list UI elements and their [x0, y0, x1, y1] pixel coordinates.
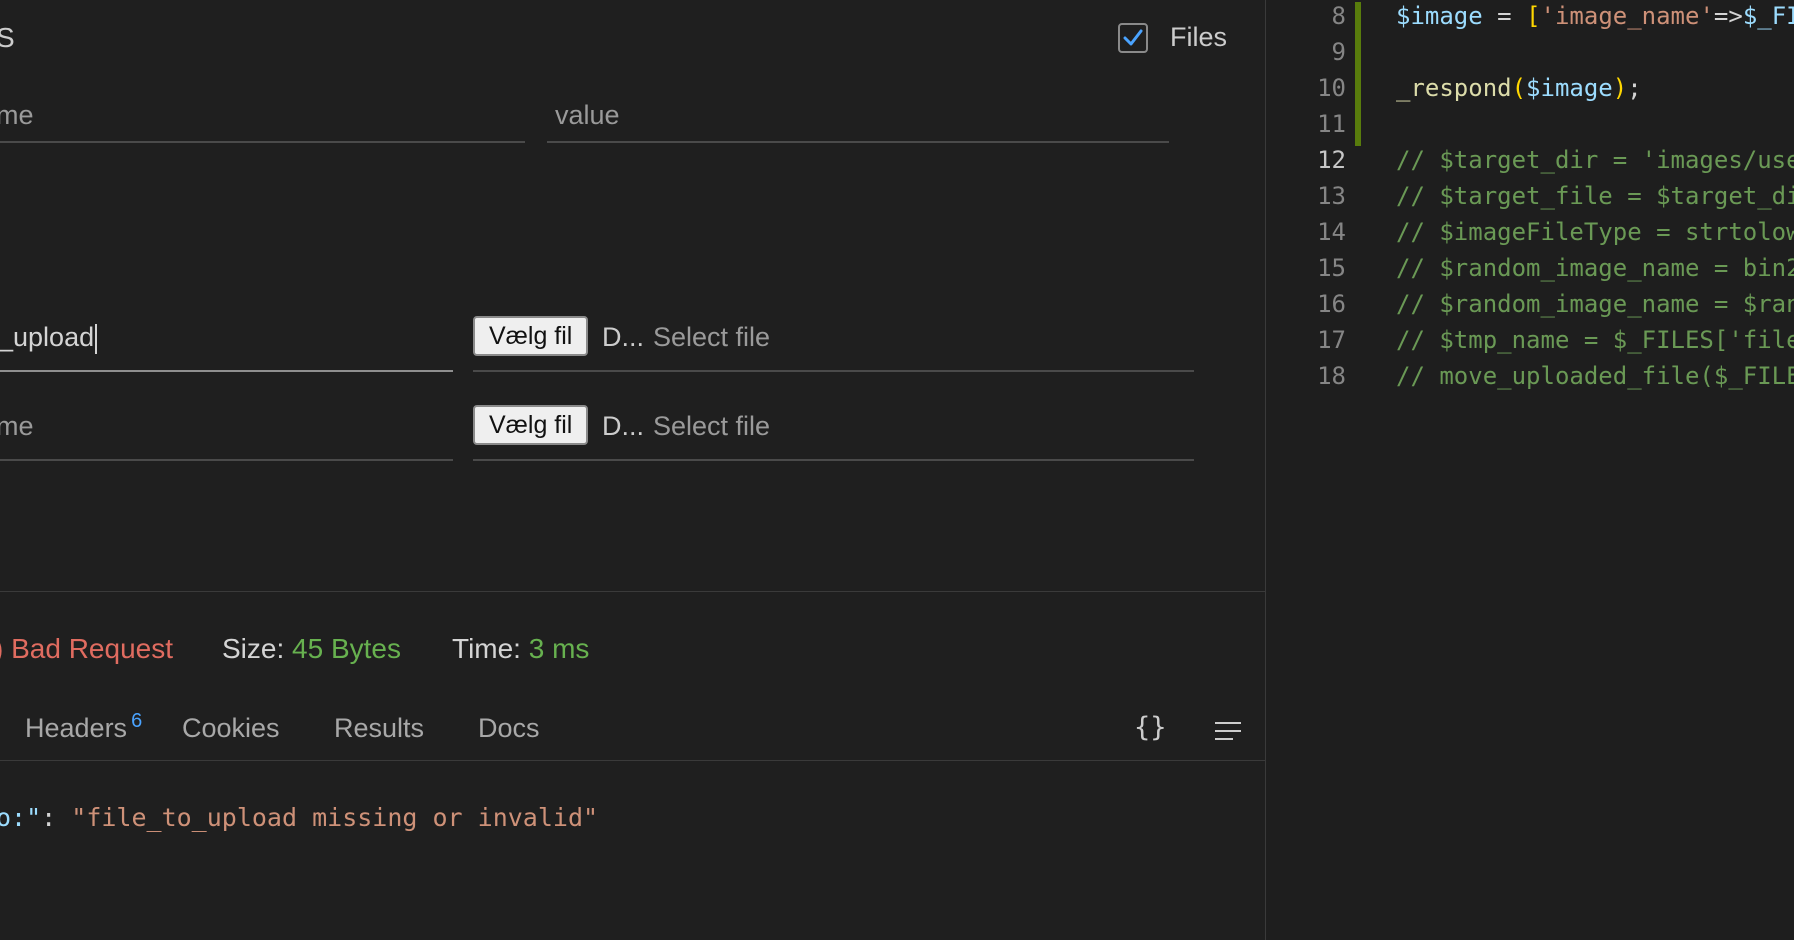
no-file-chosen-text-2: D...: [602, 411, 645, 441]
section-title: S: [0, 22, 15, 53]
code-line[interactable]: 9: [1266, 38, 1794, 74]
line-number: 12: [1317, 146, 1346, 174]
file-field-name-underline-2: [0, 459, 453, 461]
code-token: // $random_image_name = $random_image: [1396, 290, 1794, 318]
tab-headers[interactable]: Headers 6: [25, 710, 143, 744]
code-line[interactable]: 12 // $target_dir = 'images/users/';: [1266, 146, 1794, 182]
code-token: [: [1526, 2, 1541, 30]
tabs-divider: [0, 760, 1265, 761]
file-field-name-underline: [0, 370, 453, 372]
tab-cookies[interactable]: Cookies: [182, 713, 280, 744]
line-number: 17: [1317, 326, 1346, 354]
size-value: 45 Bytes: [292, 633, 401, 664]
line-number: 15: [1317, 254, 1346, 282]
param-value-input[interactable]: value: [555, 100, 620, 131]
code-token: $image: [1396, 2, 1483, 30]
code-token: // move_uploaded_file($_FILES['file_to: [1396, 362, 1794, 390]
code-editor[interactable]: 8 $image = ['image_name'=>$_FILES 9 10 _resp…: [1266, 0, 1794, 940]
param-name-underline: [0, 141, 525, 143]
response-body: o:": "file_to_upload missing or invalid": [0, 803, 598, 832]
code-line[interactable]: 8 $image = ['image_name'=>$_FILES: [1266, 2, 1794, 38]
line-number: 8: [1331, 2, 1346, 30]
code-line[interactable]: 18 // move_uploaded_file($_FILES['file_to: [1266, 362, 1794, 398]
code-line[interactable]: 11: [1266, 110, 1794, 146]
param-value-underline: [547, 141, 1169, 143]
no-file-chosen-text: D...: [602, 322, 645, 352]
time-value: 3 ms: [528, 633, 590, 664]
headers-count-badge: 6: [131, 710, 143, 732]
code-token: ): [1612, 74, 1628, 102]
code-line[interactable]: 17 // $tmp_name = $_FILES['file_to_upload…: [1266, 326, 1794, 362]
response-key: o:": [0, 803, 42, 832]
code-line[interactable]: 10 _respond($image);: [1266, 74, 1794, 110]
line-number: 13: [1317, 182, 1346, 210]
code-line[interactable]: 15 // $random_image_name = bin2hex(random: [1266, 254, 1794, 290]
code-text: $image = ['image_name'=>$_FILES: [1396, 2, 1794, 30]
code-token: // $target_dir = 'images/users/';: [1396, 146, 1794, 174]
code-token: (: [1511, 74, 1527, 102]
status-text: ) Bad Request: [0, 633, 173, 664]
menu-lines-icon[interactable]: [1213, 720, 1243, 742]
response-value: "file_to_upload missing or invalid": [71, 803, 599, 832]
time-label: Time:: [452, 633, 521, 664]
files-checkbox[interactable]: [1118, 23, 1148, 53]
file-field-name-input[interactable]: _upload: [0, 322, 98, 354]
code-text: // $random_image_name = bin2hex(random: [1396, 254, 1794, 282]
code-line[interactable]: 16 // $random_image_name = $random_image: [1266, 290, 1794, 326]
file-select-underline: [473, 370, 1194, 372]
file-field-name-input-2[interactable]: me: [0, 411, 34, 442]
panel-divider: [0, 591, 1265, 592]
file-select-underline-2: [473, 459, 1194, 461]
code-text: _respond($image);: [1396, 74, 1642, 102]
code-token: _respond: [1396, 74, 1512, 102]
code-text: // $imageFileType = strtolower(pathinfo: [1396, 218, 1794, 246]
code-token: // $target_file = $target_dir . basename: [1396, 182, 1794, 210]
choose-file-button-2[interactable]: Vælg fil: [473, 405, 589, 445]
tab-headers-label: Headers: [25, 713, 128, 743]
code-token: // $random_image_name = bin2hex(random: [1396, 254, 1794, 282]
tab-results[interactable]: Results: [334, 713, 424, 744]
text-caret: [95, 323, 98, 354]
code-text: // $target_dir = 'images/users/';: [1396, 146, 1794, 174]
code-text: // $random_image_name = $random_image: [1396, 290, 1794, 318]
files-checkbox-label[interactable]: Files: [1170, 22, 1227, 53]
select-file-placeholder-2[interactable]: Select file: [653, 411, 770, 442]
code-token: 'image_name': [1540, 2, 1714, 30]
code-token: // $tmp_name = $_FILES['file_to_upload']: [1396, 326, 1794, 354]
file-field-name-value: _upload: [0, 322, 95, 352]
code-token: =: [1482, 2, 1527, 30]
response-colon: :: [41, 803, 72, 832]
size-info: Size: 45 Bytes: [222, 633, 401, 665]
line-number: 18: [1317, 362, 1346, 390]
code-line[interactable]: 13 // $target_file = $target_dir . basena…: [1266, 182, 1794, 218]
line-number: 10: [1317, 74, 1346, 102]
code-text: // $tmp_name = $_FILES['file_to_upload']: [1396, 326, 1794, 354]
format-json-icon[interactable]: {}: [1134, 712, 1167, 743]
line-number: 9: [1331, 38, 1346, 66]
request-panel: S Files me value _upload Vælg fil D... S…: [0, 0, 1265, 940]
line-number: 16: [1317, 290, 1346, 318]
code-token: =>: [1713, 2, 1743, 30]
checkmark-icon: [1123, 29, 1143, 46]
code-text: // $target_file = $target_dir . basename: [1396, 182, 1794, 210]
code-text: // move_uploaded_file($_FILES['file_to: [1396, 362, 1794, 390]
code-token: $_FILES: [1742, 2, 1794, 30]
size-label: Size:: [222, 633, 285, 664]
time-info: Time: 3 ms: [452, 633, 589, 665]
param-name-input[interactable]: me: [0, 100, 34, 131]
select-file-placeholder[interactable]: Select file: [653, 322, 770, 353]
choose-file-button[interactable]: Vælg fil: [473, 316, 589, 356]
tab-docs[interactable]: Docs: [478, 713, 540, 744]
code-line[interactable]: 14 // $imageFileType = strtolower(pathinf…: [1266, 218, 1794, 254]
code-token: $image: [1526, 74, 1613, 102]
code-token: ;: [1627, 74, 1642, 102]
code-token: // $imageFileType = strtolower(pathinfo: [1396, 218, 1794, 246]
line-number: 14: [1317, 218, 1346, 246]
line-number: 11: [1317, 110, 1346, 138]
